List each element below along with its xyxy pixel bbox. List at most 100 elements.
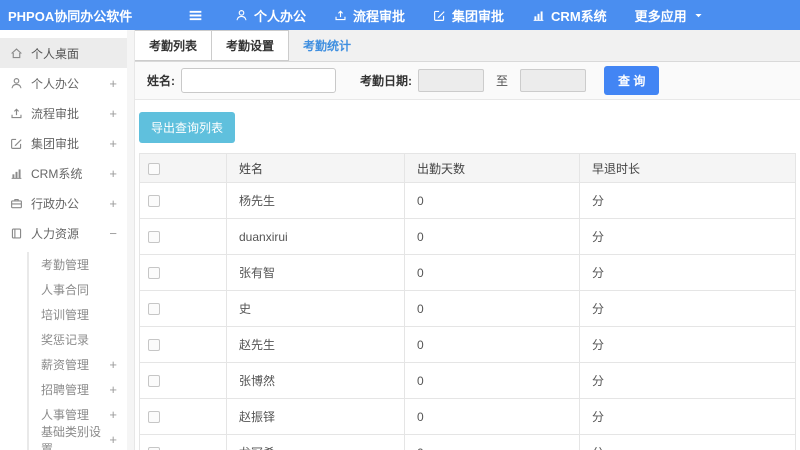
sidebar-subitem[interactable]: 基础类别设置 + — [29, 425, 127, 450]
cell-early-leave: 分 — [579, 326, 796, 363]
tab[interactable]: 考勤列表 — [135, 30, 213, 61]
expand-toggle[interactable]: + — [109, 432, 117, 447]
sidebar-subitem-label: 考勤管理 — [41, 258, 90, 272]
name-input[interactable] — [181, 68, 336, 93]
filter-bar: 姓名: 考勤日期: 至 查 询 — [135, 62, 800, 100]
sidebar-main-menu: 个人桌面 个人办公 + 流程审批 + 集团审批 + CRM系统 + 行政办公 +… — [0, 38, 127, 248]
sidebar-subitem-label: 人事合同 — [41, 283, 90, 297]
date-to-input[interactable] — [520, 69, 587, 92]
cell-name: duanxirui — [226, 218, 405, 255]
cell-name: 杨先生 — [226, 182, 405, 219]
sidebar-subitem-label: 奖惩记录 — [41, 333, 90, 347]
top-nav: 个人办公 流程审批 集团审批 CRM系统 更多应用 — [235, 6, 732, 25]
topnav-label: CRM系统 — [551, 8, 607, 24]
cell-name: 赵振铎 — [226, 398, 405, 435]
expand-toggle[interactable]: + — [109, 382, 117, 397]
search-button[interactable]: 查 询 — [604, 66, 660, 95]
workflow-icon — [10, 107, 23, 120]
sidebar-item[interactable]: 集团审批 + — [0, 128, 127, 158]
table-toolbar: 导出查询列表 — [135, 100, 800, 153]
sidebar-item[interactable]: 行政办公 + — [0, 188, 127, 218]
table-row: 杨先生 0 分 — [139, 182, 796, 219]
caret-down-icon — [693, 10, 704, 21]
attendance-table: 姓名 出勤天数 早退时长 杨先生 0 分 duanxirui 0 分 张有智 0… — [139, 153, 796, 450]
tab[interactable]: 考勤统计 — [289, 30, 365, 61]
row-checkbox[interactable] — [148, 231, 160, 244]
topnav-item[interactable]: 集团审批 — [433, 6, 504, 25]
sidebar-subitem[interactable]: 培训管理 — [29, 302, 127, 327]
expand-toggle[interactable]: + — [109, 106, 117, 121]
sidebar-subitem[interactable]: 奖惩记录 — [29, 327, 127, 352]
table-row: 史 0 分 — [139, 290, 796, 327]
expand-toggle[interactable]: + — [109, 166, 117, 181]
briefcase-icon — [10, 197, 23, 210]
cell-name: 史 — [226, 290, 405, 327]
app-logo: PHPOA协同办公软件 — [8, 8, 133, 24]
topnav-label: 更多应用 — [634, 8, 687, 24]
col-header-days: 出勤天数 — [404, 153, 580, 183]
row-checkbox[interactable] — [148, 267, 160, 280]
cell-attendance-days: 0 — [404, 254, 580, 291]
col-header-name: 姓名 — [226, 153, 405, 183]
cell-early-leave: 分 — [579, 434, 796, 450]
row-checkbox[interactable] — [148, 339, 160, 352]
sidebar-item[interactable]: CRM系统 + — [0, 158, 127, 188]
expand-toggle[interactable]: + — [109, 407, 117, 422]
sidebar-item-label: 集团审批 — [31, 136, 80, 151]
topnav-item[interactable]: 更多应用 — [635, 6, 704, 25]
topnav-label: 集团审批 — [452, 8, 505, 24]
row-checkbox[interactable] — [148, 195, 160, 208]
table-row: duanxirui 0 分 — [139, 218, 796, 255]
date-label: 考勤日期: — [360, 74, 412, 88]
book-icon — [10, 227, 23, 240]
content: 考勤列表 考勤设置 考勤统计 姓名: 考勤日期: 至 查 询 导出查询列表 姓名… — [135, 30, 800, 450]
tab[interactable]: 考勤设置 — [212, 30, 290, 61]
expand-toggle[interactable]: + — [109, 196, 117, 211]
topnav-item[interactable]: 流程审批 — [334, 6, 405, 25]
name-label: 姓名: — [147, 74, 175, 88]
sidebar-subitem-label: 培训管理 — [41, 308, 90, 322]
workflow-icon — [334, 9, 347, 22]
sidebar-subitem-label: 人事管理 — [41, 408, 90, 422]
edit-icon — [433, 9, 446, 22]
row-checkbox[interactable] — [148, 375, 160, 388]
cell-attendance-days: 0 — [404, 218, 580, 255]
sidebar-subitem[interactable]: 招聘管理 + — [29, 377, 127, 402]
row-checkbox[interactable] — [148, 411, 160, 424]
cell-name: 龙冠希 — [226, 434, 405, 450]
cell-attendance-days: 0 — [404, 362, 580, 399]
cell-early-leave: 分 — [579, 362, 796, 399]
sidebar-item[interactable]: 个人桌面 — [0, 38, 127, 68]
sidebar: 个人桌面 个人办公 + 流程审批 + 集团审批 + CRM系统 + 行政办公 +… — [0, 30, 127, 450]
tab-bar: 考勤列表 考勤设置 考勤统计 — [135, 30, 800, 62]
topnav-item[interactable]: 个人办公 — [235, 6, 306, 25]
row-checkbox[interactable] — [148, 303, 160, 316]
expand-toggle[interactable]: − — [109, 226, 117, 241]
sidebar-scrollbar[interactable] — [127, 30, 135, 450]
cell-name: 赵先生 — [226, 326, 405, 363]
cell-early-leave: 分 — [579, 290, 796, 327]
menu-icon[interactable] — [185, 5, 205, 25]
export-button[interactable]: 导出查询列表 — [139, 112, 236, 143]
cell-attendance-days: 0 — [404, 182, 580, 219]
sidebar-item-label: CRM系统 — [31, 166, 83, 181]
to-label: 至 — [496, 74, 509, 88]
sidebar-item[interactable]: 个人办公 + — [0, 68, 127, 98]
sidebar-subitem[interactable]: 薪资管理 + — [29, 352, 127, 377]
date-from-input[interactable] — [418, 69, 484, 92]
topnav-item[interactable]: CRM系统 — [532, 6, 607, 25]
select-all-checkbox[interactable] — [148, 162, 160, 175]
sidebar-subitem[interactable]: 考勤管理 — [29, 252, 127, 277]
table-header-row: 姓名 出勤天数 早退时长 — [139, 153, 796, 183]
tab-label: 考勤列表 — [149, 39, 198, 53]
expand-toggle[interactable]: + — [109, 357, 117, 372]
cell-name: 张有智 — [226, 254, 405, 291]
sidebar-item-label: 人力资源 — [31, 226, 80, 241]
sidebar-item[interactable]: 流程审批 + — [0, 98, 127, 128]
cell-early-leave: 分 — [579, 182, 796, 219]
sidebar-item[interactable]: 人力资源 − — [0, 218, 127, 248]
sidebar-subitem[interactable]: 人事合同 — [29, 277, 127, 302]
topbar: PHPOA协同办公软件 个人办公 流程审批 集团审批 CRM系统 更多应用 — [0, 0, 800, 30]
expand-toggle[interactable]: + — [109, 76, 117, 91]
expand-toggle[interactable]: + — [109, 136, 117, 151]
